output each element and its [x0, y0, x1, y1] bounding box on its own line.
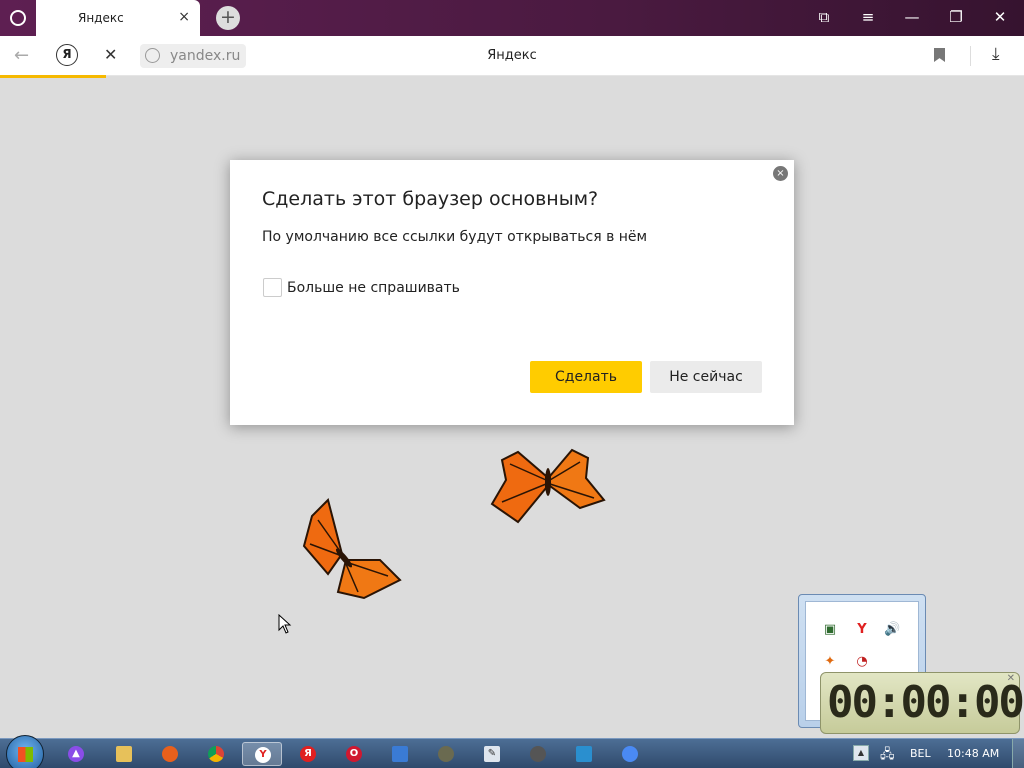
yandex-icon[interactable]: Y — [854, 622, 870, 638]
tab-title: Яндекс — [78, 11, 124, 25]
butterfly-icon — [302, 498, 402, 600]
mouse-cursor-icon — [278, 614, 292, 634]
collections-icon[interactable]: ⧉ — [814, 8, 834, 26]
taskbar-app-gimp[interactable] — [426, 742, 466, 766]
minimize-button[interactable]: — — [902, 8, 922, 26]
taskbar-app-generic[interactable] — [380, 742, 420, 766]
close-window-button[interactable]: ✕ — [990, 8, 1010, 26]
start-button[interactable] — [6, 735, 44, 768]
butterfly-icon[interactable]: ✦ — [822, 654, 838, 670]
chrome-icon — [208, 746, 224, 762]
taskbar-app-opera[interactable]: O — [334, 742, 374, 766]
yandex-icon: Я — [300, 746, 316, 762]
firefox-icon — [162, 746, 178, 762]
make-default-button[interactable]: Сделать — [530, 361, 642, 393]
default-browser-dialog: × Сделать этот браузер основным? По умол… — [230, 160, 794, 425]
taskbar-clock[interactable]: 10:48 AM — [947, 747, 999, 760]
dialog-close-icon[interactable]: × — [773, 166, 788, 181]
taskbar-app-chromium[interactable] — [610, 742, 650, 766]
butterfly-icon — [490, 448, 606, 524]
tab-close-icon[interactable]: × — [178, 9, 190, 25]
clock-gadget[interactable]: 00:00:00 ✕ — [820, 672, 1024, 734]
monitor-icon — [576, 746, 592, 762]
tor-icon — [530, 746, 546, 762]
dialog-title: Сделать этот браузер основным? — [262, 188, 599, 210]
app-icon — [392, 746, 408, 762]
download-icon[interactable]: ⤓ — [992, 44, 1000, 64]
dialog-text: По умолчанию все ссылки будут открыватьс… — [262, 229, 648, 245]
taskbar-app-explorer[interactable] — [104, 742, 144, 766]
taskbar-app-alice[interactable]: ▲ — [56, 742, 96, 766]
writer-icon: ✎ — [484, 746, 500, 762]
title-bar: Яндекс × + ⧉ ≡ — ❐ ✕ — [0, 0, 1024, 36]
explorer-icon — [116, 746, 132, 762]
loading-progress — [0, 75, 106, 78]
show-desktop-button[interactable] — [1012, 739, 1024, 768]
show-hidden-icons-button[interactable]: ▲ — [853, 745, 869, 761]
taskbar-app-chrome[interactable] — [196, 742, 236, 766]
taskbar-app-yandex[interactable]: Я — [288, 742, 328, 766]
taskbar-app-monitor[interactable] — [564, 742, 604, 766]
menu-icon[interactable]: ≡ — [858, 8, 878, 26]
windows-logo-icon — [18, 747, 33, 762]
taskbar-app-yandex-browser[interactable]: Y — [242, 742, 282, 766]
dont-ask-label[interactable]: Больше не спрашивать — [287, 280, 460, 296]
alice-icon: ▲ — [68, 746, 84, 762]
chromium-icon — [622, 746, 638, 762]
taskbar-app-writer[interactable]: ✎ — [472, 742, 512, 766]
yandex-browser-icon: Y — [255, 747, 271, 763]
taskbar: ▲ Y Я O ✎ ▲ 🖧 BEL 10:48 AM — [0, 735, 1024, 768]
restore-button[interactable]: ❐ — [946, 8, 966, 26]
taskbar-app-tor[interactable] — [518, 742, 558, 766]
language-indicator[interactable]: BEL — [910, 747, 931, 760]
gimp-icon — [438, 746, 454, 762]
clock-digits: 00:00:00 — [827, 677, 1024, 728]
volume-icon[interactable]: 🔊 — [884, 622, 900, 638]
page-title: Яндекс — [487, 48, 537, 63]
tab-yandex[interactable]: Яндекс × — [36, 0, 200, 36]
clock-icon[interactable]: ◔ — [854, 654, 870, 670]
gadget-close-icon[interactable]: ✕ — [1007, 673, 1015, 684]
divider — [970, 46, 971, 66]
network-icon[interactable]: 🖧 — [880, 745, 895, 767]
network-tool-icon[interactable]: ▣ — [822, 622, 838, 638]
dont-ask-checkbox[interactable] — [263, 278, 282, 297]
taskbar-app-firefox[interactable] — [150, 742, 190, 766]
not-now-button[interactable]: Не сейчас — [650, 361, 762, 393]
new-tab-button[interactable]: + — [216, 6, 240, 30]
browser-logo-icon[interactable] — [10, 10, 26, 26]
address-bar: ← Я ✕ yandex.ru Яндекс ⤓ — [0, 36, 1024, 76]
opera-icon: O — [346, 746, 362, 762]
